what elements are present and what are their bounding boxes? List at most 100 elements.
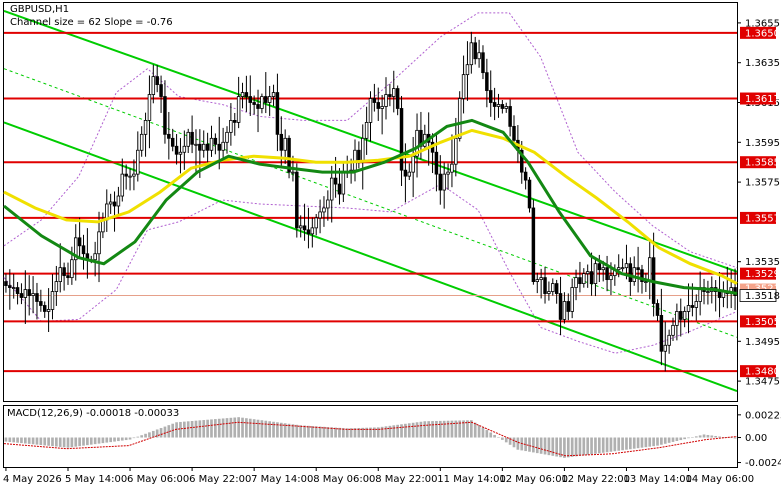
- macd-histogram-bar: [586, 437, 590, 455]
- candle-body: [174, 145, 179, 155]
- macd-histogram-bar: [120, 437, 124, 441]
- candle-body: [116, 195, 121, 207]
- candle-body: [333, 177, 338, 185]
- macd-histogram-bar: [392, 425, 396, 438]
- macd-histogram-bar: [89, 437, 93, 445]
- macd-histogram-bar: [640, 437, 644, 448]
- candle-body: [535, 279, 540, 282]
- macd-histogram-bar: [55, 437, 58, 447]
- x-tick-label: 14 May 06:00: [686, 474, 755, 485]
- candle-body: [593, 263, 598, 284]
- candle-body: [562, 301, 567, 320]
- macd-histogram-bar: [4, 437, 8, 442]
- macd-histogram-bar: [489, 432, 493, 438]
- candle-body: [31, 293, 35, 296]
- x-tick-label: 6 May 06:00: [127, 474, 189, 485]
- candle-body: [403, 169, 408, 177]
- level-label-1.3617: 1.3617: [745, 94, 780, 105]
- candle-body: [504, 106, 508, 109]
- y-tick-label: 1.3475: [745, 377, 780, 388]
- candle-body: [469, 42, 474, 66]
- candle-body: [221, 141, 225, 151]
- level-label-1.3585: 1.3585: [745, 158, 780, 169]
- macd-histogram-bar: [733, 437, 737, 439]
- candle-body: [93, 253, 97, 261]
- candle-body: [388, 94, 392, 97]
- candle-body: [488, 90, 493, 103]
- y-tick-label: 1.3575: [745, 178, 780, 189]
- macd-histogram-bar: [539, 437, 543, 454]
- macd-histogram-bar: [206, 419, 209, 438]
- candle-body: [190, 131, 194, 145]
- candle-body: [252, 102, 256, 105]
- candle-body: [139, 133, 144, 151]
- macd-histogram-bar: [497, 437, 500, 438]
- candle-body: [337, 183, 342, 195]
- candle-body: [260, 96, 264, 109]
- candle-body: [655, 303, 660, 316]
- macd-histogram-bar: [477, 425, 481, 438]
- macd-histogram-bar: [97, 437, 101, 444]
- candle-body: [159, 84, 163, 97]
- macd-histogram-bar: [16, 437, 19, 443]
- macd-y-tick-label: 0.00: [745, 433, 767, 444]
- candle-body: [112, 201, 117, 207]
- macd-histogram-bar: [706, 434, 710, 438]
- candle-body: [213, 137, 218, 145]
- candle-body: [326, 199, 330, 209]
- candle-body: [182, 145, 187, 153]
- macd-histogram-bar: [528, 437, 531, 452]
- candle-body: [372, 98, 377, 103]
- macd-histogram-bar: [105, 437, 109, 443]
- macd-histogram-bar: [551, 437, 555, 456]
- macd-histogram-bar: [31, 437, 35, 445]
- candle-body: [310, 227, 315, 235]
- candle-body: [682, 311, 687, 320]
- macd-histogram-bar: [438, 420, 442, 438]
- level-label-1.3480: 1.3480: [745, 367, 780, 378]
- macd-histogram-bar: [594, 437, 597, 454]
- candle-body: [407, 171, 412, 177]
- macd-histogram-bar: [295, 424, 299, 438]
- macd-y-tick-label: 0.00223: [745, 410, 781, 421]
- macd-histogram-bar: [415, 422, 419, 438]
- candle-body: [582, 273, 586, 284]
- macd-histogram-bar: [411, 422, 415, 438]
- macd-histogram-bar: [179, 421, 182, 438]
- candle-body: [279, 133, 284, 151]
- candle-body: [198, 143, 202, 151]
- macd-histogram-bar: [314, 426, 318, 438]
- macd-histogram-bar: [23, 437, 27, 444]
- candle-body: [496, 104, 501, 107]
- macd-histogram-bar: [667, 437, 671, 443]
- macd-histogram-bar: [656, 437, 659, 446]
- macd-histogram-bar: [613, 437, 617, 452]
- x-tick-label: 5 May 14:00: [65, 474, 127, 485]
- level-label-1.3650: 1.3650: [745, 28, 780, 39]
- current-price-label: 1.3518: [745, 291, 780, 302]
- candle-body: [644, 281, 648, 284]
- macd-histogram-bar: [563, 437, 566, 458]
- macd-histogram-bar: [136, 436, 140, 438]
- candle-body: [601, 267, 605, 271]
- macd-histogram-bar: [322, 426, 326, 438]
- macd-histogram-bar: [233, 417, 237, 438]
- candle-body: [636, 267, 640, 271]
- macd-histogram-bar: [501, 437, 504, 440]
- macd-histogram-bar: [124, 437, 128, 441]
- candle-body: [686, 305, 691, 312]
- candle-body: [663, 344, 667, 352]
- macd-histogram-bar: [210, 419, 213, 438]
- macd-histogram-bar: [485, 430, 489, 438]
- macd-histogram-bar: [268, 421, 272, 438]
- x-tick-label: 8 May 06:00: [313, 474, 375, 485]
- macd-histogram-bar: [442, 420, 446, 438]
- macd-histogram-bar: [260, 420, 264, 438]
- candle-body: [578, 277, 582, 284]
- macd-histogram-bar: [652, 437, 655, 447]
- candle-body: [291, 171, 295, 174]
- candle-body: [461, 74, 466, 99]
- macd-histogram-bar: [214, 419, 217, 438]
- candle-body: [574, 277, 578, 288]
- macd-histogram-bar: [132, 437, 136, 439]
